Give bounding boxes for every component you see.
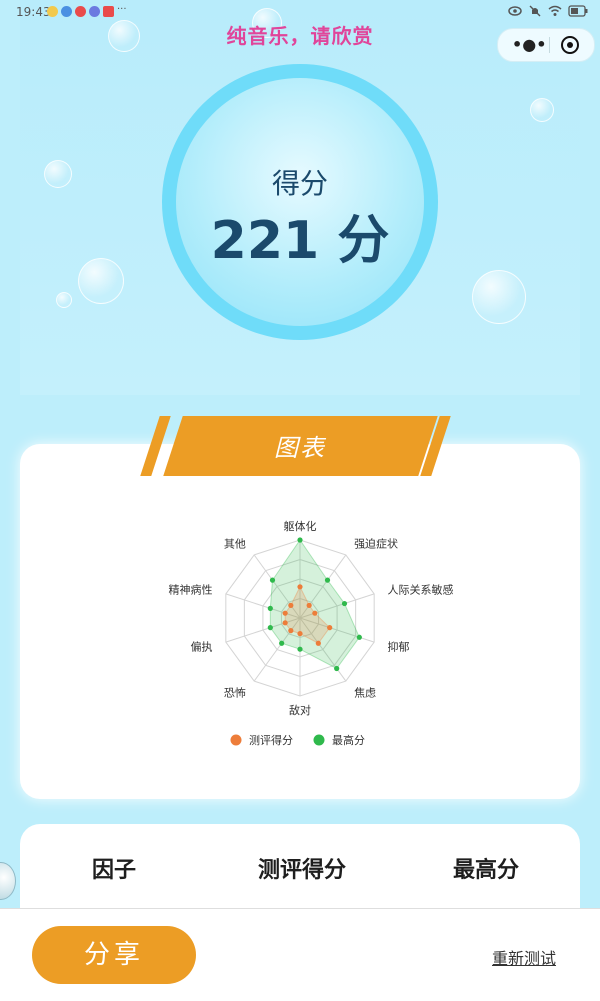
radar-axis-label: 躯体化	[284, 519, 317, 533]
radar-chart: 躯体化强迫症状人际关系敏感抑郁焦虑敌对 恐怖 偏执 精神病性 其他测评得分 最高分	[169, 519, 454, 747]
capsule-menu: •●•	[497, 28, 595, 62]
radar-point	[297, 631, 303, 637]
radar-axis-label: 敌对	[289, 703, 311, 717]
radar-point	[297, 537, 303, 543]
radar-point	[267, 625, 273, 631]
more-notifications-icon: ···	[117, 4, 127, 15]
radar-point	[279, 640, 285, 646]
radar-point	[324, 577, 331, 583]
app-notification-icon	[61, 6, 72, 17]
radar-axis-label: 强迫症状	[354, 537, 398, 551]
bottom-bar: 分享 重新测试	[0, 908, 600, 1001]
score-label: 得分	[271, 167, 328, 200]
table-header-factor: 因子	[91, 858, 136, 883]
radar-point	[288, 602, 294, 608]
wifi-icon	[548, 5, 562, 16]
radar-axis-label: 精神病性	[169, 583, 213, 597]
radar-axis-label: 恐怖	[224, 685, 246, 699]
status-right-icons	[508, 5, 588, 17]
score-inner-circle: 得分 221 分	[176, 78, 424, 326]
legend-label: 测评得分	[249, 734, 293, 747]
table-header-score: 测评得分	[257, 858, 346, 883]
capsule-divider	[549, 37, 550, 53]
radar-point	[297, 584, 303, 590]
score-circle: 得分 221 分	[162, 64, 438, 340]
share-button[interactable]: 分享	[32, 926, 196, 984]
radar-point	[327, 625, 333, 631]
radar-point	[297, 646, 303, 652]
radar-point	[269, 577, 276, 583]
app-notification-icon	[89, 6, 100, 17]
radar-point	[341, 600, 348, 607]
retest-link[interactable]: 重新测试	[492, 945, 556, 969]
radar-point	[282, 620, 288, 626]
table-header-max: 最高分	[452, 858, 519, 883]
bubble-decoration	[44, 160, 72, 188]
radar-point	[312, 610, 318, 616]
bubble-decoration	[472, 270, 526, 324]
radar-axis-label: 焦虑	[354, 686, 376, 699]
more-options-button[interactable]: •●•	[512, 35, 546, 54]
radar-axis-label: 偏执	[191, 639, 213, 653]
radar-point	[334, 665, 340, 672]
legend-label: 最高分	[332, 733, 365, 747]
legend-marker	[230, 734, 242, 746]
radar-axis-label: 人际关系敏感	[387, 583, 453, 597]
radar-point	[267, 605, 273, 611]
radar-point	[306, 602, 312, 608]
score-value: 221 分	[210, 211, 390, 271]
floating-bubble[interactable]	[0, 862, 16, 900]
radar-point	[356, 634, 362, 640]
radar-point	[315, 640, 321, 646]
legend-marker	[313, 734, 325, 746]
bubble-decoration	[78, 258, 124, 304]
battery-icon	[568, 5, 588, 17]
notification-icons: ···	[47, 4, 127, 17]
chart-section-title: 图表	[274, 434, 326, 462]
bubble-decoration	[530, 98, 554, 122]
app-notification-icon	[47, 6, 58, 17]
bubble-decoration	[56, 292, 72, 308]
radar-point	[282, 610, 288, 616]
chart-section-banner: 图表	[140, 416, 455, 476]
mute-bell-icon	[529, 5, 541, 17]
app-notification-icon	[103, 6, 114, 17]
eye-icon	[508, 6, 522, 16]
status-time: 19:43	[16, 5, 51, 19]
app-notification-icon	[75, 6, 86, 17]
radar-axis-label: 其他	[224, 538, 246, 551]
close-miniprogram-button[interactable]	[561, 36, 579, 54]
radar-axis-label: 抑郁	[387, 639, 409, 653]
radar-point	[288, 628, 294, 634]
